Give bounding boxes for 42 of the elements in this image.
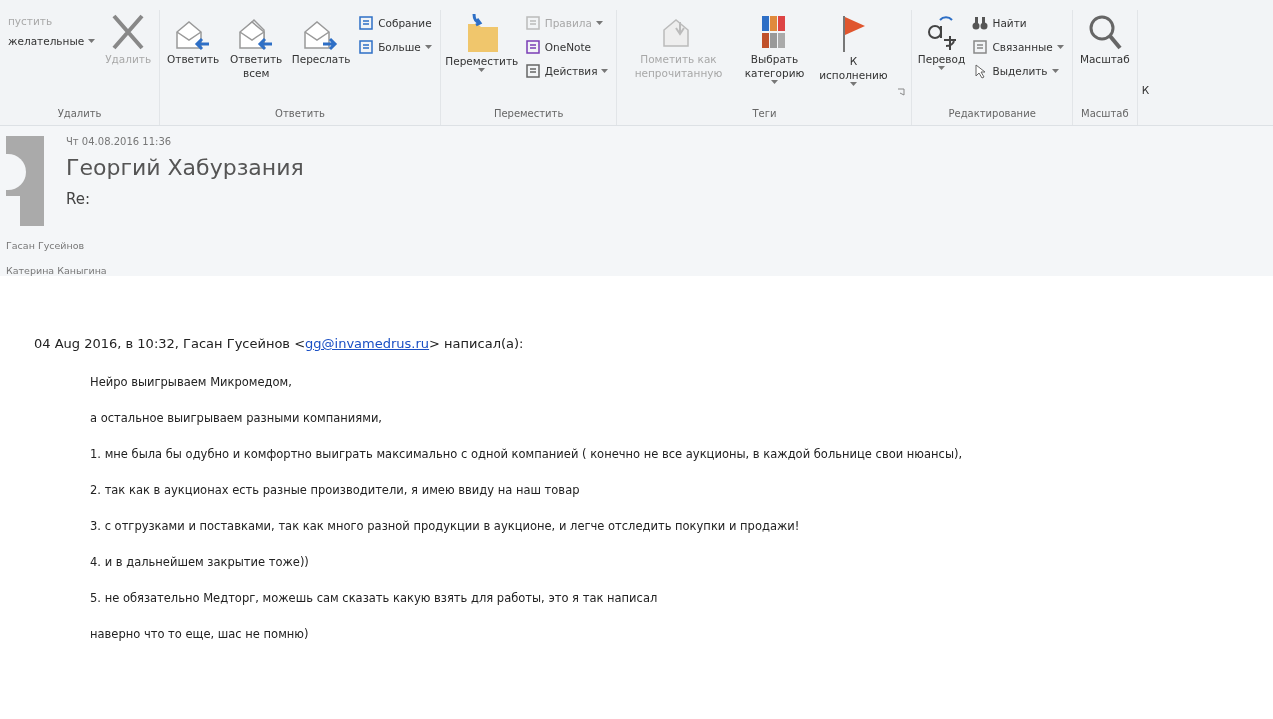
note-icon [524,39,541,55]
dialog-launcher-icon[interactable] [897,88,906,96]
message-line: 4. и в дальнейшем закрытие тоже)) [90,555,310,569]
message-line: 1. мне была бы одубно и комфортно выиграть максимально с одной компанией ( конечно не все аукционы, в каждой больнице свои нюансы), [90,447,964,461]
ribbon-button[interactable]: желательные [6,34,98,48]
ribbon-button[interactable]: Собрание [356,14,434,32]
group-label: Масштаб [1080,107,1130,121]
ribbon-button[interactable]: Ответить [166,10,221,69]
message-line: а остальное выигрываем разными компаниями, [90,411,383,425]
email-link[interactable]: gg@invamedrus.ru [305,336,430,351]
group-label: Ответить [274,107,326,121]
message-line: 3. с отгрузками и поставками, так как много разной продукции в аукционе, и легче отследить покупки и продажи! [90,519,801,533]
recipient-name: Гасан Гусейнов [6,240,86,251]
ribbon-button[interactable]: Связанные [970,38,1066,56]
recipient-name: Катерина Каныгина [6,265,108,276]
ribbon-button[interactable]: Выделить [970,62,1066,80]
message-line: наверно что то еще, шас не помню) [90,627,310,641]
sender-name: Георгий Хабурзания [66,155,304,180]
message-line: Нейро выигрываем Микромедом, [90,375,293,389]
ribbon-button[interactable]: Масштаб [1078,10,1131,69]
group-label: Редактирование [947,107,1037,121]
group-label: Удалить [56,107,103,121]
ribbon-button[interactable]: К исполнению [815,10,892,89]
ribbon-button[interactable]: Больше [356,38,434,56]
ribbon-button[interactable]: Найти [970,14,1066,32]
message-line: 2. так как в аукционах есть разные производители, я имею ввиду на наш товар [90,483,581,497]
message-subject: Re: [66,190,92,208]
ribbon-button[interactable]: Переслать [292,10,351,69]
ribbon-button[interactable]: OneNote [522,38,611,56]
ribbon-button[interactable]: Выбрать категорию [739,10,810,87]
ribbon-button[interactable]: Ответить всем [226,10,287,83]
group-label: Переместить [492,107,565,121]
binoculars-icon [972,15,989,31]
group-label: Теги [751,107,778,121]
quote-header: 04 Aug 2016, в 10:32, Гасан Гусейнов <gg@invamedrus.ru> написал(а): [34,336,525,351]
ribbon-button[interactable]: Действия [522,62,611,80]
message-date: Чт 04.08.2016 11:36 [66,136,173,147]
ribbon-button[interactable]: Переместить [446,10,517,75]
ribbon-button[interactable]: К [1137,84,1150,125]
message-line: 5. не обязательно Медторг, можешь сам сказать какую взять для работы, это я так написал [90,591,659,605]
ribbon-button[interactable]: Перевод [918,10,965,73]
calendar-icon [358,15,375,31]
